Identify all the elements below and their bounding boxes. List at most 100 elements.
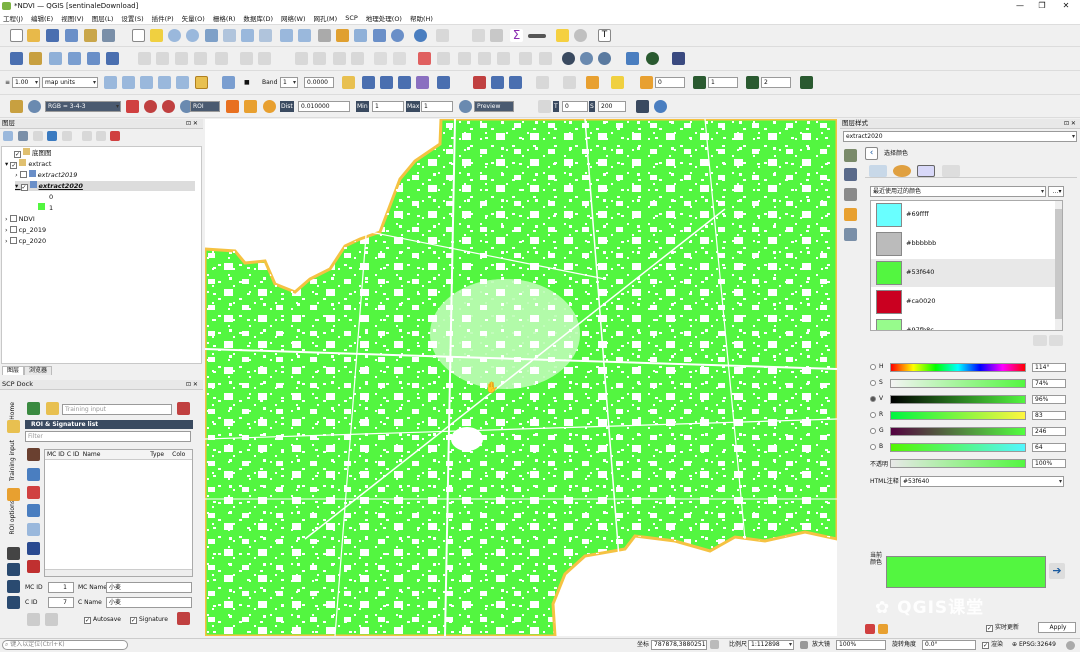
pin-labels-icon[interactable] xyxy=(393,52,406,65)
styling-close-icon[interactable]: ⊡ ✕ xyxy=(1064,120,1076,127)
add-wms-icon[interactable] xyxy=(87,52,100,65)
checkbox[interactable]: ✓ xyxy=(14,151,21,158)
autosave-checkbox[interactable]: ✓ Autosave xyxy=(84,614,121,625)
color-wheel-tab-icon[interactable] xyxy=(893,165,911,177)
digitize-icon[interactable] xyxy=(194,52,207,65)
layer-row-extract2020[interactable]: ▾ ✓ extract2020 xyxy=(15,181,195,191)
t-field[interactable]: 0 xyxy=(562,101,588,112)
dist-field[interactable]: 0.010000 xyxy=(298,101,350,112)
scp-band-set-icon[interactable] xyxy=(10,100,23,113)
pan-icon[interactable] xyxy=(132,29,145,42)
radio-r[interactable] xyxy=(870,412,876,418)
toggle-editing-icon[interactable] xyxy=(156,52,169,65)
undo-style-icon[interactable] xyxy=(865,624,875,634)
opacity-slider[interactable] xyxy=(890,459,1026,468)
settings-icon[interactable] xyxy=(574,29,587,42)
scp-side-icon-5[interactable] xyxy=(7,580,20,593)
col-mc-id[interactable]: MC ID xyxy=(45,450,67,459)
radio-h[interactable] xyxy=(870,364,876,370)
pan-to-selection-icon[interactable] xyxy=(150,29,163,42)
shape-tool-active-icon[interactable] xyxy=(195,76,208,89)
rotate-label-icon[interactable] xyxy=(458,52,471,65)
toggle-extents-icon[interactable] xyxy=(710,640,719,649)
shape-tool-1-icon[interactable] xyxy=(104,76,117,89)
processing-toolbox-icon[interactable] xyxy=(490,29,503,42)
vertex-tool-icon[interactable] xyxy=(215,52,228,65)
edit-raster-11-icon[interactable] xyxy=(563,76,576,89)
scp-stretch-icon[interactable] xyxy=(162,100,175,113)
add-color-icon[interactable] xyxy=(1033,335,1047,346)
render-checkbox[interactable]: ✓ 渲染 xyxy=(982,639,1003,651)
menu-processing[interactable]: 地理处理(O) xyxy=(366,13,402,23)
highlight-labels-icon[interactable] xyxy=(418,52,431,65)
edit-raster-1-icon[interactable] xyxy=(342,76,355,89)
scp-plus-icon[interactable] xyxy=(244,100,257,113)
zoom-full-icon[interactable] xyxy=(205,29,218,42)
scp-tab-home[interactable]: Home xyxy=(9,402,16,420)
scp-list-icon-6[interactable] xyxy=(27,542,40,555)
apply-button[interactable]: Apply xyxy=(1038,622,1076,633)
remove-layer-icon[interactable] xyxy=(110,131,120,141)
layer-selector[interactable]: extract2020 xyxy=(843,131,1077,142)
edit-raster-14-icon[interactable] xyxy=(640,76,653,89)
scp-database-icon[interactable] xyxy=(636,100,649,113)
zoom-out-icon[interactable] xyxy=(186,29,199,42)
expand-all-icon[interactable] xyxy=(82,131,92,141)
red-value[interactable]: 83 xyxy=(1032,411,1066,420)
scp-preview-zoom-icon[interactable] xyxy=(459,100,472,113)
preview-button[interactable]: Preview xyxy=(474,101,514,112)
color-ramp-tab-icon[interactable] xyxy=(869,165,887,177)
color-item[interactable]: #bbbbbb xyxy=(871,230,1061,258)
show-bookmarks-icon[interactable] xyxy=(354,29,367,42)
filter-legend-icon[interactable] xyxy=(47,131,57,141)
scp-open-training-icon[interactable] xyxy=(27,402,40,415)
scp-undo-roi-icon[interactable] xyxy=(45,613,58,626)
zoom-to-selection-icon[interactable] xyxy=(223,29,236,42)
blue-slider[interactable] xyxy=(890,443,1026,452)
layout-manager-icon[interactable] xyxy=(84,29,97,42)
legend-item-1[interactable]: 1 xyxy=(38,203,53,213)
value-field-b[interactable]: 1 xyxy=(708,77,738,88)
layer-row-cp2020[interactable]: › cp_2020 xyxy=(5,236,46,246)
menu-plugins[interactable]: 插件(P) xyxy=(152,13,174,23)
scp-add-roi-icon[interactable] xyxy=(27,613,40,626)
shape-tool-3-icon[interactable] xyxy=(140,76,153,89)
paste-features-icon[interactable] xyxy=(313,52,326,65)
units-dropdown[interactable]: map units xyxy=(42,77,98,88)
scp-side-icon-4[interactable] xyxy=(7,563,20,576)
checkbox[interactable] xyxy=(9,226,17,233)
training-input-field[interactable]: Training input xyxy=(62,404,172,415)
shape-tool-2-icon[interactable] xyxy=(122,76,135,89)
save-edits-icon[interactable] xyxy=(175,52,188,65)
signature-checkbox[interactable]: ✓ Signature xyxy=(130,614,168,625)
add-group-icon[interactable] xyxy=(18,131,28,141)
band-dropdown[interactable]: 1 xyxy=(280,77,298,88)
menu-view[interactable]: 视图(V) xyxy=(61,13,84,23)
signature-table-scrollbar[interactable] xyxy=(45,569,192,576)
redo-icon[interactable] xyxy=(351,52,364,65)
undo-icon[interactable] xyxy=(333,52,346,65)
filter-input[interactable]: Filter xyxy=(25,431,191,442)
edit-raster-2-icon[interactable] xyxy=(362,76,375,89)
python-console-icon[interactable] xyxy=(626,52,639,65)
menu-layer[interactable]: 图层(L) xyxy=(92,13,114,23)
saturation-slider[interactable] xyxy=(890,379,1026,388)
new-map-view-icon[interactable] xyxy=(318,29,331,42)
open-project-icon[interactable] xyxy=(27,29,40,42)
menu-help[interactable]: 帮助(H) xyxy=(410,13,433,23)
filter-expression-icon[interactable] xyxy=(62,131,72,141)
open-attribute-table-icon[interactable] xyxy=(472,29,485,42)
show-hide-labels-icon[interactable] xyxy=(519,52,532,65)
radio-g[interactable] xyxy=(870,428,876,434)
edit-raster-7-icon[interactable] xyxy=(473,76,486,89)
zoom-native-icon[interactable] xyxy=(259,29,272,42)
arrow-right-icon[interactable]: ➔ xyxy=(1049,563,1065,579)
hue-value[interactable]: 114° xyxy=(1032,363,1066,372)
checkbox[interactable] xyxy=(19,171,27,178)
color-sampler-tab-icon[interactable] xyxy=(942,165,960,177)
edit-raster-16-icon[interactable] xyxy=(746,76,759,89)
colors-scrollbar[interactable] xyxy=(1055,201,1062,330)
close-button[interactable]: ✕ xyxy=(1054,0,1078,12)
manage-map-themes-icon[interactable] xyxy=(33,131,43,141)
checkbox[interactable] xyxy=(9,215,17,222)
